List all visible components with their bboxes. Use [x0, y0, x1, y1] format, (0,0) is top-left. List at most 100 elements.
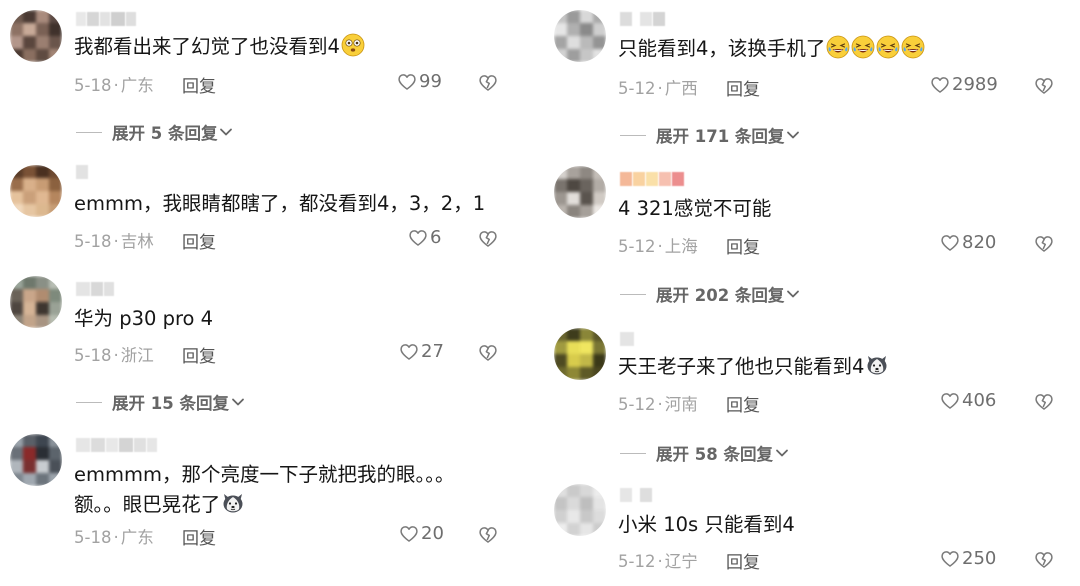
- expand-replies-label: 展开 58 条回复: [656, 445, 773, 464]
- laughing-emoji: [876, 35, 900, 59]
- like-count: 406: [962, 390, 997, 411]
- avatar[interactable]: [554, 10, 606, 62]
- username-blurred[interactable]: [620, 172, 684, 186]
- chevron-down-icon: [775, 446, 789, 460]
- comment-meta: 5-18 · 吉林: [74, 232, 154, 251]
- comment-text: 我都看出来了幻觉了也没看到4: [74, 32, 365, 62]
- comment-text: 华为 p30 pro 4: [74, 307, 214, 330]
- husky-emoji: [221, 491, 245, 515]
- username-blurred[interactable]: [620, 488, 652, 502]
- comment-item: emmm，我眼睛都瞎了，都没看到4，3，2，1 5-18 · 吉林 回复 6: [0, 155, 540, 275]
- expand-replies-button[interactable]: 展开 15 条回复: [76, 390, 245, 414]
- comment-item: emmmm，那个亮度一下子就把我的眼。。。额。。眼巴晃花了 5-18 · 广东 回复…: [0, 426, 540, 586]
- comment-item: 只能看到4，该换手机了 5-12 · 广西 回复 2989: [544, 0, 1080, 120]
- reply-button[interactable]: 回复: [182, 342, 216, 367]
- like-count: 6: [430, 227, 442, 248]
- reply-button[interactable]: 回复: [182, 228, 216, 253]
- chevron-down-icon: [786, 128, 800, 142]
- comment-meta: 5-12 · 上海: [618, 237, 698, 256]
- heart-outline-icon: [397, 72, 417, 92]
- like-count: 99: [419, 71, 442, 92]
- avatar[interactable]: [10, 165, 62, 217]
- expand-replies-button[interactable]: 展开 171 条回复: [620, 123, 800, 147]
- reply-button[interactable]: 回复: [726, 391, 760, 416]
- reply-button[interactable]: 回复: [726, 548, 760, 573]
- username-blurred[interactable]: [76, 282, 114, 296]
- username-blurred[interactable]: [620, 332, 634, 346]
- broken-heart-icon[interactable]: [478, 343, 498, 363]
- comment-meta: 5-18 · 浙江: [74, 346, 154, 365]
- like-count: 250: [962, 548, 997, 569]
- like-button[interactable]: 406: [940, 390, 996, 411]
- heart-outline-icon: [930, 75, 950, 95]
- avatar[interactable]: [10, 276, 62, 328]
- reply-button[interactable]: 回复: [726, 233, 760, 258]
- expand-replies-button[interactable]: 展开 5 条回复: [76, 120, 233, 144]
- username-blurred[interactable]: [76, 165, 88, 179]
- comment-item: 4 321感觉不可能 5-12 · 上海 回复 820: [544, 160, 1080, 280]
- broken-heart-icon[interactable]: [478, 73, 498, 93]
- comment-item: 小米 10s 只能看到4 5-12 · 辽宁 回复 250: [544, 478, 1080, 586]
- divider-line: [620, 293, 646, 295]
- divider-line: [76, 131, 102, 133]
- heart-outline-icon: [408, 228, 428, 248]
- broken-heart-icon[interactable]: [1034, 234, 1054, 254]
- avatar[interactable]: [10, 434, 62, 486]
- username-blurred[interactable]: [76, 12, 136, 26]
- username-blurred[interactable]: [76, 438, 157, 452]
- avatar[interactable]: [554, 484, 606, 536]
- reply-button[interactable]: 回复: [726, 75, 760, 100]
- like-button[interactable]: 250: [940, 548, 996, 569]
- expand-replies-label: 展开 5 条回复: [112, 124, 218, 143]
- comment-meta: 5-12 · 河南: [618, 395, 698, 414]
- avatar[interactable]: [10, 10, 62, 62]
- broken-heart-icon[interactable]: [1034, 392, 1054, 412]
- husky-emoji: [865, 353, 889, 377]
- comment-text: emmm，我眼睛都瞎了，都没看到4，3，2，1: [74, 192, 486, 215]
- comment-meta: 5-18 · 广东: [74, 528, 154, 547]
- chevron-down-icon: [219, 125, 233, 139]
- like-button[interactable]: 20: [399, 523, 444, 544]
- like-count: 820: [962, 232, 997, 253]
- heart-outline-icon: [399, 524, 419, 544]
- expand-replies-label: 展开 171 条回复: [656, 127, 785, 146]
- laughing-emoji: [901, 35, 925, 59]
- comment-item: 天王老子来了他也只能看到4 5-12 · 河南 回复 406: [544, 322, 1080, 442]
- chevron-down-icon: [786, 287, 800, 301]
- heart-outline-icon: [940, 549, 960, 569]
- expand-replies-button[interactable]: 展开 202 条回复: [620, 282, 800, 306]
- like-count: 20: [421, 523, 444, 544]
- reply-button[interactable]: 回复: [182, 524, 216, 549]
- avatar[interactable]: [554, 328, 606, 380]
- reply-button[interactable]: 回复: [182, 72, 216, 97]
- broken-heart-icon[interactable]: [478, 525, 498, 545]
- comment-item: 我都看出来了幻觉了也没看到4 5-18 · 广东 回复 99: [0, 0, 540, 120]
- expand-replies-button[interactable]: 展开 58 条回复: [620, 441, 789, 465]
- divider-line: [620, 452, 646, 454]
- dizzy-face-emoji: [341, 33, 365, 57]
- comment-text: 小米 10s 只能看到4: [618, 513, 795, 536]
- like-button[interactable]: 820: [940, 232, 996, 253]
- username-blurred[interactable]: [620, 12, 665, 26]
- heart-outline-icon: [399, 342, 419, 362]
- broken-heart-icon[interactable]: [1034, 76, 1054, 96]
- comment-text: emmmm，那个亮度一下子就把我的眼。。。额。。眼巴晃花了: [74, 463, 455, 516]
- like-count: 2989: [952, 74, 998, 95]
- comment-meta: 5-12 · 广西: [618, 79, 698, 98]
- avatar[interactable]: [554, 166, 606, 218]
- like-count: 27: [421, 341, 444, 362]
- chevron-down-icon: [231, 395, 245, 409]
- broken-heart-icon[interactable]: [478, 229, 498, 249]
- expand-replies-label: 展开 202 条回复: [656, 286, 785, 305]
- comment-text: 4 321感觉不可能: [618, 197, 772, 220]
- like-button[interactable]: 6: [408, 227, 441, 248]
- comment-meta: 5-12 · 辽宁: [618, 552, 698, 571]
- laughing-emoji: [826, 35, 850, 59]
- comment-text: 天王老子来了他也只能看到4: [618, 352, 889, 382]
- like-button[interactable]: 99: [397, 71, 442, 92]
- like-button[interactable]: 2989: [930, 74, 998, 95]
- broken-heart-icon[interactable]: [1034, 550, 1054, 570]
- laughing-emoji: [851, 35, 875, 59]
- like-button[interactable]: 27: [399, 341, 444, 362]
- divider-line: [620, 134, 646, 136]
